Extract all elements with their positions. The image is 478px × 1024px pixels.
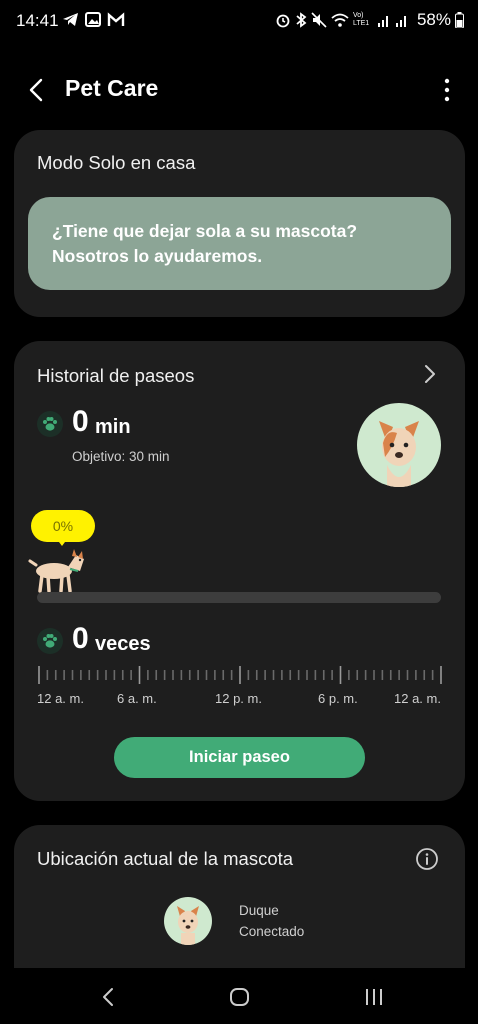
walk-history-title: Historial de paseos — [37, 365, 195, 386]
time-label-1: 6 a. m. — [117, 691, 157, 706]
network-label: Vo) LTE1 — [352, 12, 370, 27]
battery-icon — [455, 12, 464, 28]
page-title: Pet Care — [65, 75, 159, 101]
system-nav-bar — [0, 968, 478, 1024]
time-label-0: 12 a. m. — [37, 691, 84, 706]
dog-avatar — [357, 403, 441, 487]
nav-home-icon[interactable] — [228, 986, 252, 1008]
time-label-3: 6 p. m. — [318, 691, 358, 706]
nav-back-icon[interactable] — [97, 986, 121, 1008]
walking-dog-icon — [28, 549, 84, 593]
back-arrow-icon[interactable] — [22, 76, 50, 104]
solo-mode-banner[interactable]: ¿Tiene que dejar sola a su mascota? Noso… — [28, 197, 451, 290]
battery-percentage: 58% — [416, 10, 451, 29]
walk-minutes-value: 0 — [72, 405, 89, 438]
info-icon[interactable] — [415, 847, 439, 871]
walk-progress-bar — [37, 592, 441, 603]
walk-count-value: 0 — [72, 622, 89, 655]
signal-icon — [377, 16, 388, 27]
timeline-ticks — [38, 666, 442, 684]
walk-count-unit: veces — [95, 633, 151, 655]
walk-goal: Objetivo: 30 min — [72, 449, 170, 464]
start-walk-button[interactable]: Iniciar paseo — [114, 737, 365, 778]
status-bar: 14:41 Vo) LTE1 58% — [0, 0, 478, 44]
paw-icon — [37, 411, 63, 437]
status-time: 14:41 — [16, 11, 59, 30]
chevron-right-icon[interactable] — [423, 364, 437, 384]
solo-mode-card: Modo Solo en casa ¿Tiene que dejar sola … — [14, 130, 465, 317]
solo-mode-banner-text: ¿Tiene que dejar sola a su mascota? Noso… — [52, 221, 358, 266]
nav-recents-icon[interactable] — [362, 986, 386, 1008]
mute-icon — [311, 12, 327, 28]
time-label-4: 12 a. m. — [394, 691, 441, 706]
pet-name: Duque — [239, 903, 279, 918]
walk-minutes-unit: min — [95, 416, 131, 438]
telegram-icon — [63, 13, 78, 26]
pet-location-card: Ubicación actual de la mascota Duque Con… — [14, 825, 465, 975]
solo-mode-title: Modo Solo en casa — [37, 152, 196, 173]
bluetooth-icon — [296, 12, 307, 28]
walk-history-card[interactable]: Historial de paseos 0 min Objetivo: 30 m… — [14, 341, 465, 801]
gmail-icon — [107, 12, 125, 26]
app-header: Pet Care — [0, 60, 478, 118]
pet-avatar[interactable] — [164, 897, 212, 945]
wifi-icon — [331, 13, 349, 27]
paw-icon-count — [37, 628, 63, 654]
signal-icon-2 — [395, 16, 406, 27]
pet-location-title: Ubicación actual de la mascota — [37, 848, 294, 869]
pet-connection-status: Conectado — [239, 924, 305, 939]
more-options-icon[interactable] — [442, 77, 452, 103]
alarm-icon — [276, 14, 290, 28]
time-label-2: 12 p. m. — [215, 691, 262, 706]
gallery-icon — [85, 12, 101, 27]
